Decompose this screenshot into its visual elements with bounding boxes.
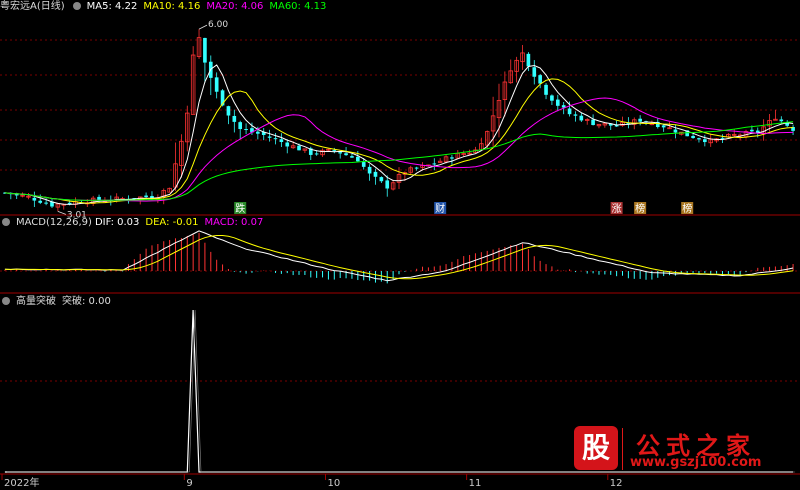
indicator-title: 高量突破 <box>16 296 56 307</box>
candle <box>226 106 231 116</box>
candle <box>344 153 348 156</box>
candle <box>379 177 384 182</box>
candle <box>279 139 284 143</box>
candle <box>450 157 454 159</box>
candle <box>697 138 701 140</box>
watermark-divider <box>622 428 623 470</box>
watermark-url: www.gszj100.com <box>630 455 762 470</box>
candle <box>385 180 390 189</box>
candle <box>538 75 542 84</box>
indicator-value: 突破: 0.00 <box>62 296 111 307</box>
candle <box>38 200 43 203</box>
x-axis: 2022年 9 10 11 12 <box>1 474 623 489</box>
event-marker-label: 跌 <box>235 202 245 215</box>
candle <box>526 53 531 67</box>
low-pointer <box>57 210 67 215</box>
candle <box>720 137 725 139</box>
event-marker-label: 榜 <box>682 202 692 215</box>
macd-settings-icon[interactable] <box>2 218 10 226</box>
candle <box>532 67 537 77</box>
ma20-label: MA20: 4.06 <box>206 1 264 12</box>
ma10-label: MA10: 4.16 <box>143 1 201 12</box>
event-marker-label: 涨 <box>612 203 622 215</box>
candle <box>32 197 37 201</box>
candle <box>373 171 378 177</box>
macd-header: MACD(12,26,9) DIF: 0.03 DEA: -0.01 MACD: 0.… <box>0 216 269 230</box>
candle <box>267 136 272 138</box>
watermark-logo: 股 <box>574 426 618 470</box>
candle <box>750 129 754 132</box>
candle <box>673 129 678 133</box>
candle <box>691 135 695 139</box>
event-marker-label: 财 <box>435 202 445 215</box>
candle <box>244 129 248 131</box>
candle <box>703 139 707 143</box>
candle <box>356 156 360 162</box>
candle <box>779 119 784 122</box>
candle <box>555 99 560 106</box>
candle <box>550 95 554 101</box>
candle <box>661 125 666 128</box>
x-tick-label: 12 <box>610 478 623 489</box>
candle <box>544 84 548 95</box>
candle <box>591 119 595 126</box>
macd-title: MACD(12,26,9) <box>16 217 92 228</box>
candle <box>203 37 207 63</box>
macd-panel <box>4 230 794 284</box>
candle <box>414 167 419 169</box>
event-marker-label: 榜 <box>635 202 645 215</box>
high-pointer <box>198 24 208 30</box>
candle <box>432 163 437 165</box>
candle <box>285 142 290 147</box>
candle <box>14 194 19 196</box>
candle <box>314 153 319 155</box>
candle <box>338 152 343 154</box>
candle <box>44 202 48 204</box>
candle <box>367 166 372 174</box>
candle <box>332 150 337 152</box>
candle <box>232 115 237 122</box>
ma5-label: MA5: 4.22 <box>86 1 138 12</box>
stock-title: 粤宏远A(日线) <box>0 1 65 12</box>
candle <box>256 131 260 134</box>
indicator-header: 高量突破 突破: 0.00 <box>0 295 117 309</box>
macd-dif-label: DIF: 0.03 <box>94 217 140 228</box>
candle <box>297 145 301 151</box>
macd-dea-label: DEA: -0.01 <box>145 217 199 228</box>
macd-value-label: MACD: 0.07 <box>204 217 264 228</box>
candle <box>144 195 148 198</box>
indicator-settings-icon[interactable] <box>2 297 10 305</box>
chart-canvas[interactable]: 6.003.01跌财涨榜榜 2022年 9 10 11 12 <box>0 0 800 490</box>
candle <box>567 108 572 115</box>
candle <box>238 122 243 130</box>
x-tick-label: 10 <box>327 478 340 489</box>
candle <box>214 77 219 92</box>
candle <box>579 115 584 121</box>
candle <box>361 162 366 167</box>
candle <box>573 114 578 116</box>
settings-icon[interactable] <box>72 2 81 10</box>
high-price-label: 6.00 <box>208 20 228 30</box>
price-panel: 6.003.01跌财涨榜榜 <box>3 20 795 220</box>
x-tick-label: 2022年 <box>4 476 39 489</box>
x-tick-label: 9 <box>186 478 192 489</box>
watermark: 股 公式之家 www.gszj100.com <box>570 424 790 474</box>
ma60-label: MA60: 4.13 <box>269 1 327 12</box>
grid <box>0 39 800 475</box>
candle <box>350 156 354 158</box>
price-header: 粤宏远A(日线) MA5: 4.22 MA10: 4.16 MA20: 4.06 MA6… <box>0 0 332 14</box>
candle <box>638 118 642 122</box>
candle <box>273 138 278 140</box>
x-tick-label: 11 <box>469 478 482 489</box>
